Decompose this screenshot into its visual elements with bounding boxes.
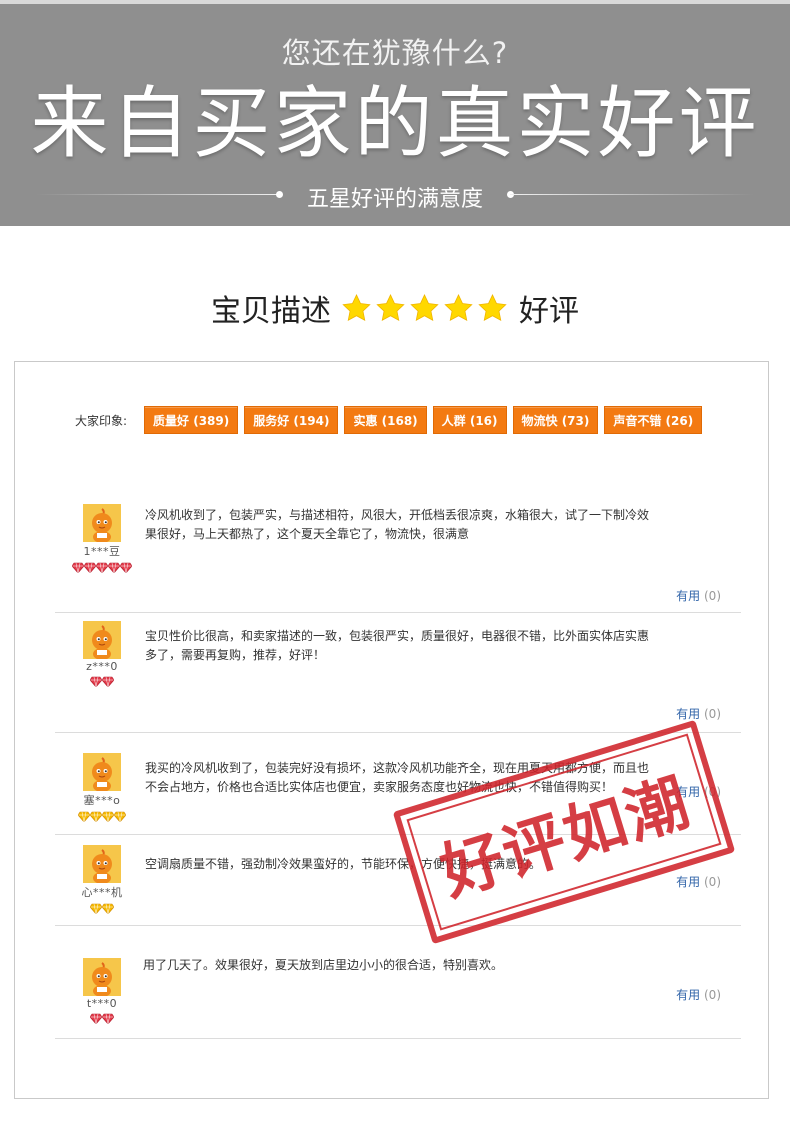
useful-button[interactable]: 有用 (0) [676, 873, 721, 890]
avatar [83, 621, 121, 659]
reviewer-name: t***0 [86, 997, 118, 1010]
review-item: t***0 用了几天了。效果很好，夏天放到店里边小小的很合适，特别喜欢。 有用 … [55, 926, 741, 1039]
reviewer-level [65, 1013, 139, 1025]
rating-verdict: 好评 [519, 294, 579, 329]
useful-label: 有用 [676, 988, 701, 1002]
user-avatar-icon [83, 621, 121, 659]
header-banner: 您还在犹豫什么? 来自买家的真实好评 五星好评的满意度 [0, 0, 790, 226]
impression-tags: 大家印象: 质量好 (389) 服务好 (194) 实惠 (168) 人群 (1… [75, 406, 708, 434]
red-heart-diamond-icon [72, 562, 84, 573]
impression-tag[interactable]: 服务好 (194) [244, 406, 339, 434]
red-heart-diamond-icon [96, 562, 108, 573]
red-heart-diamond-icon [108, 562, 120, 573]
reviewer: 心***机 [65, 845, 139, 915]
banner-tagline: 五星好评的满意度 [306, 187, 483, 212]
review-text: 冷风机收到了，包装严实，与描述相符，风很大，开低档丢很凉爽，水箱很大，试了一下制… [145, 508, 650, 541]
review-text: 用了几天了。效果很好，夏天放到店里边小小的很合适，特别喜欢。 [143, 958, 504, 972]
red-heart-diamond-icon [90, 1013, 102, 1024]
red-heart-diamond-icon [102, 676, 114, 687]
reviewer-level [65, 562, 139, 574]
review-item: z***0 宝贝性价比很高，和卖家描述的一致，包装很严实，质量很好，电器很不错，… [55, 613, 741, 733]
useful-count: (0) [704, 875, 721, 889]
star-icon [341, 293, 371, 321]
reviewer-name: 心***机 [81, 886, 123, 899]
useful-label: 有用 [676, 707, 701, 721]
yellow-diamond-icon [114, 811, 126, 822]
impression-tag[interactable]: 物流快 (73) [512, 406, 599, 434]
red-heart-diamond-icon [84, 562, 96, 573]
banner-subtitle: 您还在犹豫什么? [281, 36, 509, 70]
user-avatar-icon [83, 504, 121, 542]
avatar [83, 504, 121, 542]
banner-title: 来自买家的真实好评 [30, 79, 760, 169]
review-text: 宝贝性价比很高，和卖家描述的一致，包装很严实，质量很好，电器很不错，比外面实体店… [145, 629, 650, 662]
reviews-panel: 大家印象: 质量好 (389) 服务好 (194) 实惠 (168) 人群 (1… [14, 361, 769, 1099]
star-icon [477, 293, 507, 321]
rating-label: 宝贝描述 [211, 294, 331, 329]
useful-count: (0) [704, 589, 721, 603]
red-heart-diamond-icon [90, 676, 102, 687]
impressions-label: 大家印象: [75, 413, 128, 428]
reviewer-level [65, 811, 139, 823]
useful-button[interactable]: 有用 (0) [676, 587, 721, 604]
reviewer-level [65, 676, 139, 688]
review-item: 1***豆 冷风机收到了，包装严实，与描述相符，风很大，开低档丢很凉爽，水箱很大… [55, 492, 741, 613]
useful-button[interactable]: 有用 (0) [676, 705, 721, 722]
reviewer-name: 1***豆 [83, 545, 121, 558]
impression-tag[interactable]: 实惠 (168) [344, 406, 427, 434]
useful-count: (0) [704, 707, 721, 721]
rating-heading: 宝贝描述 好评 [0, 288, 790, 329]
useful-button[interactable]: 有用 (0) [676, 986, 721, 1003]
yellow-diamond-icon [102, 903, 114, 914]
divider-line-right [510, 194, 754, 195]
user-avatar-icon [83, 958, 121, 996]
useful-label: 有用 [676, 875, 701, 889]
star-icon [409, 293, 439, 321]
banner-divider: 五星好评的满意度 [36, 184, 754, 212]
user-avatar-icon [83, 845, 121, 883]
impression-tag[interactable]: 声音不错 (26) [604, 406, 703, 434]
user-avatar-icon [83, 753, 121, 791]
useful-label: 有用 [676, 589, 701, 603]
reviewer: 1***豆 [65, 504, 139, 574]
impression-tag[interactable]: 人群 (16) [432, 406, 507, 434]
yellow-diamond-icon [102, 811, 114, 822]
impression-tag[interactable]: 质量好 (389) [144, 406, 239, 434]
avatar [83, 845, 121, 883]
yellow-diamond-icon [78, 811, 90, 822]
red-heart-diamond-icon [120, 562, 132, 573]
red-heart-diamond-icon [102, 1013, 114, 1024]
avatar [83, 753, 121, 791]
reviewer: 塞***o [65, 753, 139, 823]
avatar [83, 958, 121, 996]
rating-stars [339, 293, 509, 324]
reviewer-name: z***0 [86, 660, 118, 673]
reviewer: t***0 [65, 958, 139, 1025]
star-icon [375, 293, 405, 321]
yellow-diamond-icon [90, 903, 102, 914]
yellow-diamond-icon [90, 811, 102, 822]
useful-count: (0) [704, 988, 721, 1002]
reviewer-level [65, 903, 139, 915]
star-icon [443, 293, 473, 321]
reviewer-name: 塞***o [83, 794, 121, 807]
reviewer: z***0 [65, 621, 139, 688]
